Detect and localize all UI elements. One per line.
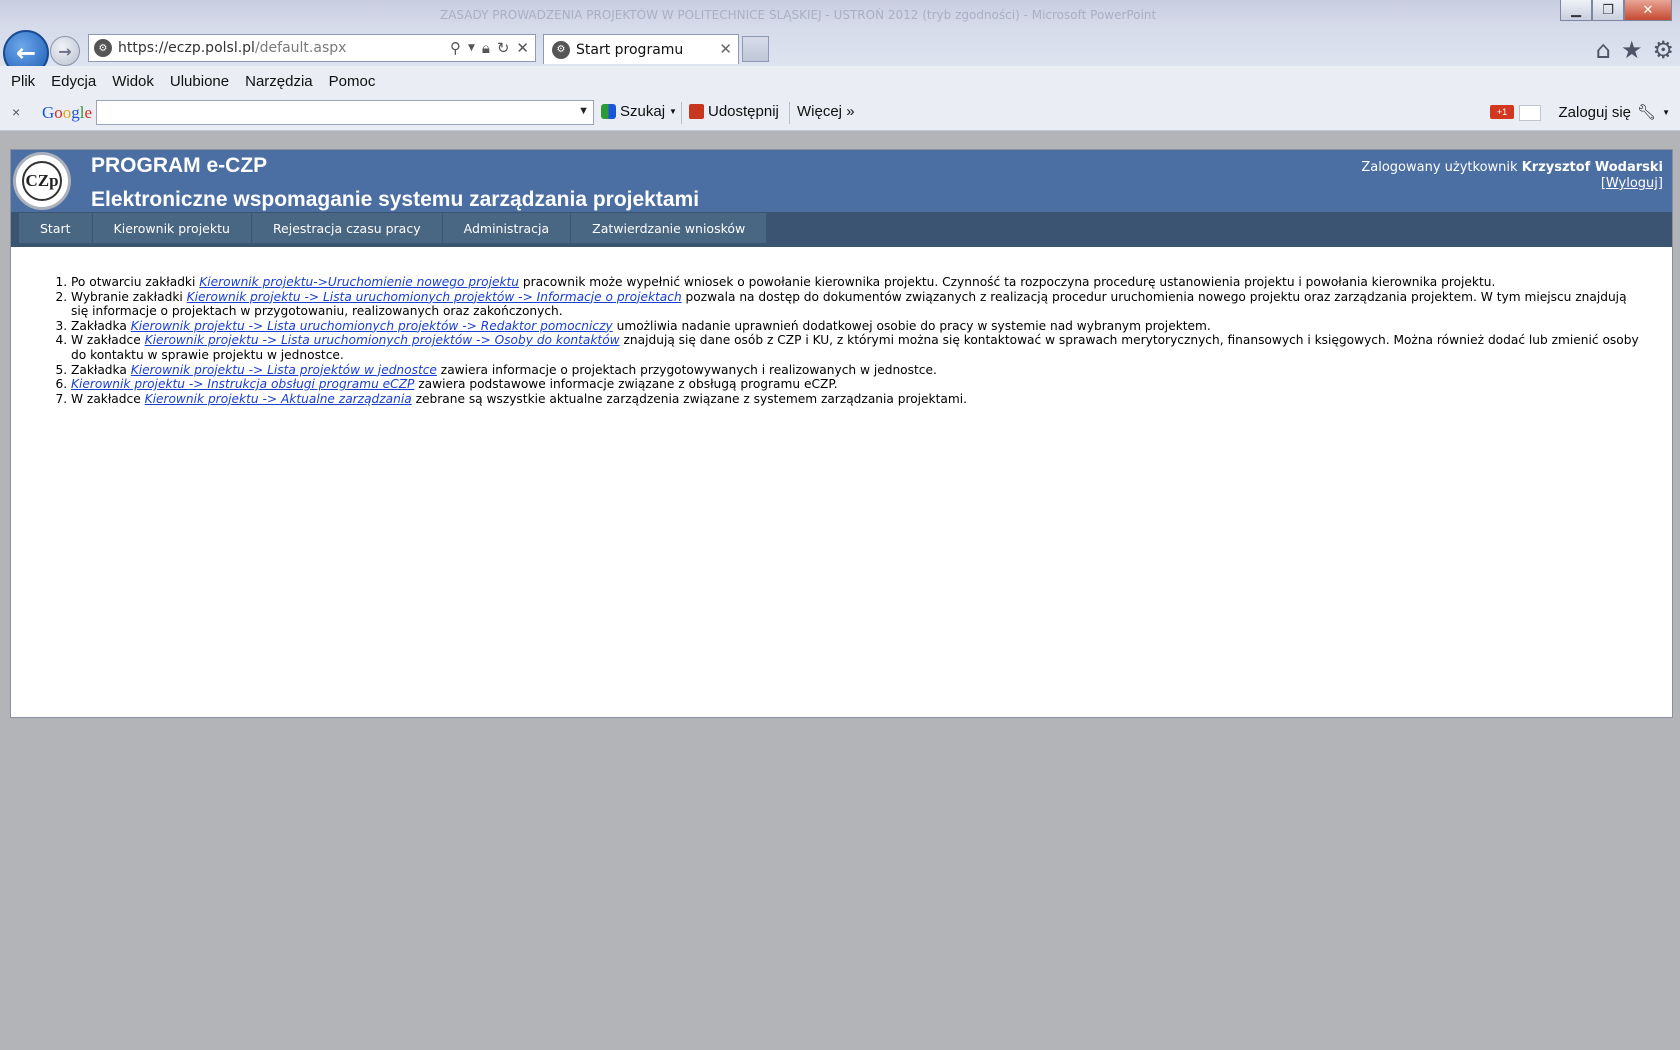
chevron-down-icon[interactable]: ▼ — [578, 105, 589, 117]
google-search-button[interactable]: Szukaj ▼ — [601, 103, 677, 120]
google-logo: Google — [42, 103, 93, 122]
close-window-button[interactable]: ✕ — [1624, 0, 1672, 21]
menu-item-ulubione[interactable]: Ulubione — [170, 73, 229, 90]
menu-bar: Plik Edycja Widok Ulubione Narzędzia Pom… — [0, 66, 1680, 96]
search-label: Szukaj — [620, 103, 666, 120]
plus-one-toggle[interactable] — [1519, 105, 1541, 121]
window-controls: ▁ ❐ ✕ — [1560, 0, 1672, 22]
link-redaktor-pomocniczy[interactable]: Kierownik projektu -> Lista uruchomionyc… — [131, 319, 613, 333]
list-item: W zakładce Kierownik projektu -> Aktualn… — [71, 392, 1646, 407]
site-favicon-icon: ⚙ — [94, 39, 112, 57]
address-bar[interactable]: ⚙ https://eczp.polsl.pl/default.aspx ⚲ ▼… — [88, 34, 536, 62]
arrow-right-icon: → — [58, 41, 72, 61]
new-tab-button[interactable] — [742, 36, 769, 62]
more-button[interactable]: Więcej » — [797, 103, 855, 120]
share-icon — [689, 104, 704, 119]
instructions: Po otwarciu zakładki Kierownik projektu-… — [11, 275, 1672, 406]
czp-logo: CZp — [13, 152, 71, 210]
minimize-button[interactable]: ▁ — [1560, 0, 1592, 21]
web-page: CZp PROGRAM e-CZP Elektroniczne wspomaga… — [10, 149, 1673, 718]
app-header: CZp PROGRAM e-CZP Elektroniczne wspomaga… — [11, 150, 1672, 212]
favorites-star-icon[interactable]: ★ — [1621, 36, 1643, 64]
login-button[interactable]: Zaloguj się 🔧︎ ▼ — [1558, 103, 1670, 122]
stop-icon[interactable]: ✕ — [516, 39, 529, 57]
google-search-input[interactable]: ▼ — [96, 100, 594, 125]
share-label: Udostępnij — [708, 103, 779, 120]
tab-favicon-icon: ⚙ — [552, 40, 570, 59]
nav-zatwierdzanie-wnioskow[interactable]: Zatwierdzanie wniosków — [571, 213, 767, 243]
plus-one-icon[interactable]: +1 — [1490, 105, 1514, 119]
toolbar-close-icon[interactable]: × — [12, 104, 20, 120]
link-instrukcja-obslugi[interactable]: Kierownik projektu -> Instrukcja obsługi… — [71, 377, 414, 391]
google-toolbar: × Google ▼ Szukaj ▼ Udostępnij Więcej » … — [0, 96, 1680, 131]
app-nav-bar: Start Kierownik projektu Rejestracja cza… — [11, 212, 1672, 247]
chevron-down-icon[interactable]: ▼ — [468, 43, 475, 53]
browser-title-bar: ZASADY PROWADZENIA PROJEKTÓW W POLITECHN… — [0, 0, 1680, 76]
home-icon[interactable]: ⌂ — [1596, 36, 1611, 64]
window-title: ZASADY PROWADZENIA PROJEKTÓW W POLITECHN… — [440, 8, 1157, 22]
link-lista-projektow-w-jednostce[interactable]: Kierownik projektu -> Lista projektów w … — [131, 363, 437, 377]
arrow-left-icon: ← — [15, 39, 37, 67]
close-tab-icon[interactable]: ✕ — [719, 40, 732, 58]
user-name: Krzysztof Wodarski — [1521, 160, 1663, 175]
url-host: https://eczp.polsl.pl — [118, 40, 255, 56]
user-info: Zalogowany użytkownik Krzysztof Wodarski… — [1361, 160, 1663, 191]
more-label: Więcej — [797, 103, 843, 120]
google-search-icon — [601, 104, 616, 119]
menu-item-widok[interactable]: Widok — [112, 73, 154, 90]
app-title: PROGRAM e-CZP — [91, 154, 268, 177]
list-item: Zakładka Kierownik projektu -> Lista pro… — [71, 363, 1646, 378]
url-field[interactable]: https://eczp.polsl.pl/default.aspx — [118, 40, 450, 56]
nav-start[interactable]: Start — [19, 213, 92, 243]
wrench-icon: 🔧︎ — [1637, 104, 1657, 121]
menu-item-pomoc[interactable]: Pomoc — [329, 73, 376, 90]
menu-item-narzedzia[interactable]: Narzędzia — [245, 73, 313, 90]
list-item: Kierownik projektu -> Instrukcja obsługi… — [71, 377, 1646, 392]
link-osoby-do-kontaktow[interactable]: Kierownik projektu -> Lista uruchomionyc… — [145, 333, 620, 347]
chevron-down-icon: ▼ — [1662, 107, 1670, 117]
nav-rejestracja-czasu-pracy[interactable]: Rejestracja czasu pracy — [251, 213, 442, 243]
lock-icon[interactable]: 🔒︎ — [482, 39, 490, 57]
url-path: /default.aspx — [254, 40, 347, 56]
refresh-icon[interactable]: ↻ — [497, 39, 510, 57]
login-label: Zaloguj się — [1558, 103, 1632, 121]
list-item: Po otwarciu zakładki Kierownik projektu-… — [71, 275, 1646, 290]
link-uruchomienie-nowego-projektu[interactable]: Kierownik projektu->Uruchomienie nowego … — [199, 275, 519, 289]
forward-button[interactable]: → — [50, 36, 80, 66]
double-chevron-right-icon: » — [846, 103, 855, 120]
search-icon[interactable]: ⚲ — [450, 39, 461, 57]
chevron-down-icon[interactable]: ▼ — [669, 107, 677, 116]
list-item: Wybranie zakładki Kierownik projektu -> … — [71, 290, 1646, 319]
list-item: Zakładka Kierownik projektu -> Lista uru… — [71, 319, 1646, 334]
list-item: W zakładce Kierownik projektu -> Lista u… — [71, 333, 1646, 362]
share-button[interactable]: Udostępnij — [689, 103, 779, 120]
link-aktualne-zarzadzania[interactable]: Kierownik projektu -> Aktualne zarządzan… — [145, 392, 412, 406]
tab-title: Start programu — [576, 41, 684, 58]
nav-kierownik-projektu[interactable]: Kierownik projektu — [92, 213, 251, 243]
restore-button[interactable]: ❐ — [1592, 0, 1624, 21]
settings-gear-icon[interactable]: ⚙ — [1652, 36, 1674, 64]
tab-start-programu[interactable]: ⚙ Start programu ✕ — [543, 34, 739, 64]
instructions-list: Po otwarciu zakładki Kierownik projektu-… — [11, 275, 1672, 406]
app-subtitle: Elektroniczne wspomaganie systemu zarząd… — [91, 188, 700, 211]
user-prefix: Zalogowany użytkownik — [1361, 160, 1518, 175]
link-informacje-o-projektach[interactable]: Kierownik projektu -> Lista uruchomionyc… — [187, 290, 682, 304]
logout-link[interactable]: Wyloguj — [1606, 176, 1658, 191]
menu-item-edycja[interactable]: Edycja — [51, 73, 96, 90]
menu-item-plik[interactable]: Plik — [11, 73, 35, 90]
nav-administracja[interactable]: Administracja — [442, 213, 571, 243]
